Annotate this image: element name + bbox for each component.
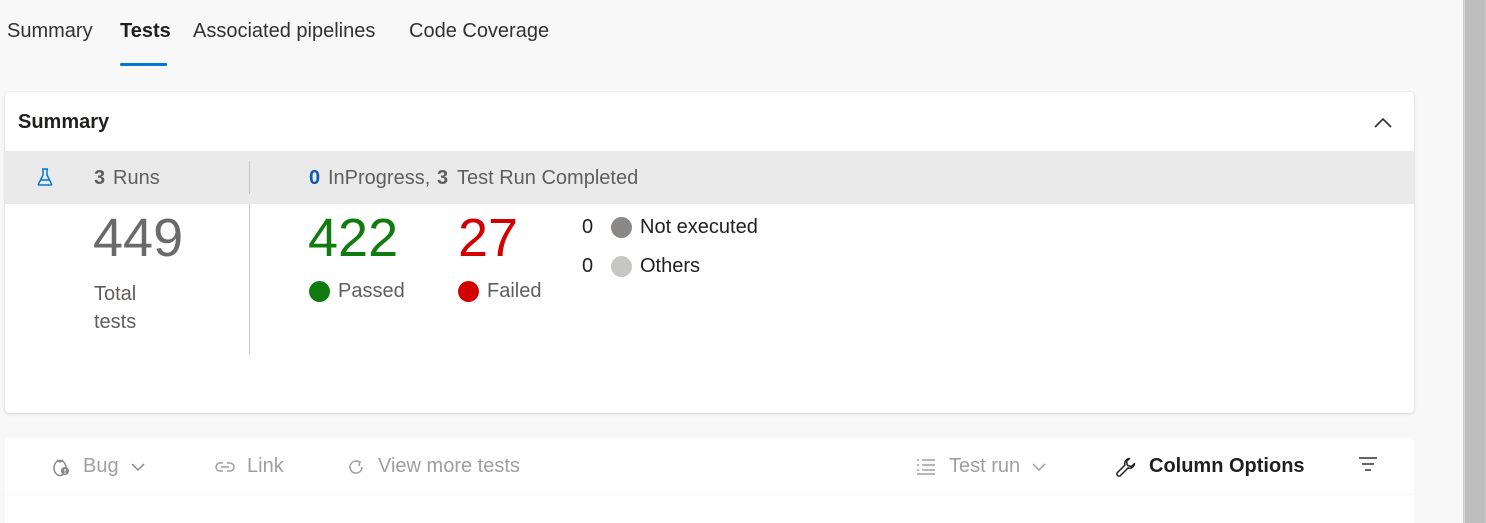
not-executed-row: 0 Not executed bbox=[582, 216, 758, 239]
test-results-list bbox=[5, 495, 1414, 523]
not-executed-label: Not executed bbox=[640, 216, 758, 238]
flask-icon bbox=[37, 168, 53, 186]
failed-dot-icon bbox=[458, 281, 479, 302]
runs-bar: 3 Runs 0 InProgress, 3 Test Run Complete… bbox=[5, 151, 1414, 204]
divider bbox=[249, 161, 250, 194]
test-run-dropdown[interactable]: Test run bbox=[915, 455, 1048, 478]
list-icon bbox=[917, 458, 935, 475]
tab-code-coverage[interactable]: Code Coverage bbox=[409, 20, 549, 43]
filter-icon bbox=[1359, 457, 1377, 471]
refresh-icon bbox=[349, 459, 363, 474]
test-run-label: Test run bbox=[949, 455, 1021, 477]
link-button[interactable]: Link bbox=[215, 455, 284, 478]
chevron-up-icon bbox=[1374, 117, 1392, 128]
passed-count: 422 bbox=[308, 208, 399, 268]
failed-label: Failed bbox=[487, 280, 542, 302]
runs-label: Runs bbox=[113, 167, 160, 189]
others-dot-icon bbox=[611, 256, 632, 277]
runs-count: 3 bbox=[94, 167, 106, 189]
others-label: Others bbox=[640, 255, 701, 277]
link-icon bbox=[215, 461, 235, 472]
failed-legend: Failed bbox=[458, 280, 541, 303]
passed-legend: Passed bbox=[309, 280, 405, 303]
bug-button[interactable]: Bug bbox=[51, 455, 147, 478]
summary-title: Summary bbox=[18, 111, 110, 133]
column-options-button[interactable]: Column Options bbox=[1115, 455, 1305, 478]
view-more-tests-label: View more tests bbox=[378, 455, 520, 477]
completed-label: Test Run Completed bbox=[457, 167, 639, 189]
not-executed-dot-icon bbox=[611, 217, 632, 238]
divider bbox=[249, 204, 250, 354]
passed-label: Passed bbox=[338, 280, 405, 302]
tab-tests[interactable]: Tests bbox=[120, 20, 171, 43]
completed-count: 3 bbox=[437, 167, 449, 189]
bug-label: Bug bbox=[83, 455, 119, 477]
view-more-tests-button[interactable]: View more tests bbox=[346, 455, 520, 478]
failed-count: 27 bbox=[458, 208, 519, 268]
inprogress-label: InProgress, bbox=[328, 167, 431, 189]
total-tests-count: 449 bbox=[93, 208, 184, 268]
inprogress-count: 0 bbox=[309, 167, 321, 189]
link-label: Link bbox=[247, 455, 284, 477]
others-count: 0 bbox=[582, 255, 594, 277]
active-tab-indicator bbox=[120, 63, 167, 66]
passed-dot-icon bbox=[309, 281, 330, 302]
scrollbar-thumb[interactable] bbox=[1464, 0, 1485, 523]
summary-card: Summary 3 Runs 0 InProgress, 3 Test Run … bbox=[5, 92, 1414, 413]
not-executed-count: 0 bbox=[582, 216, 594, 238]
others-row: 0 Others bbox=[582, 255, 700, 278]
filter-button[interactable] bbox=[1357, 455, 1391, 473]
tests-toolbar: Bug Link View more tests Test run Column… bbox=[5, 438, 1414, 494]
collapse-button[interactable] bbox=[1369, 108, 1397, 136]
vertical-scrollbar[interactable] bbox=[1463, 0, 1486, 523]
chevron-down-icon bbox=[1032, 462, 1046, 471]
tab-associated-pipelines[interactable]: Associated pipelines bbox=[193, 20, 375, 43]
column-options-label: Column Options bbox=[1149, 455, 1305, 477]
wrench-icon bbox=[1116, 457, 1136, 477]
chevron-down-icon bbox=[131, 462, 145, 471]
tab-summary[interactable]: Summary bbox=[7, 20, 93, 43]
bug-icon bbox=[53, 458, 69, 476]
total-tests-label: Total tests bbox=[94, 283, 137, 333]
